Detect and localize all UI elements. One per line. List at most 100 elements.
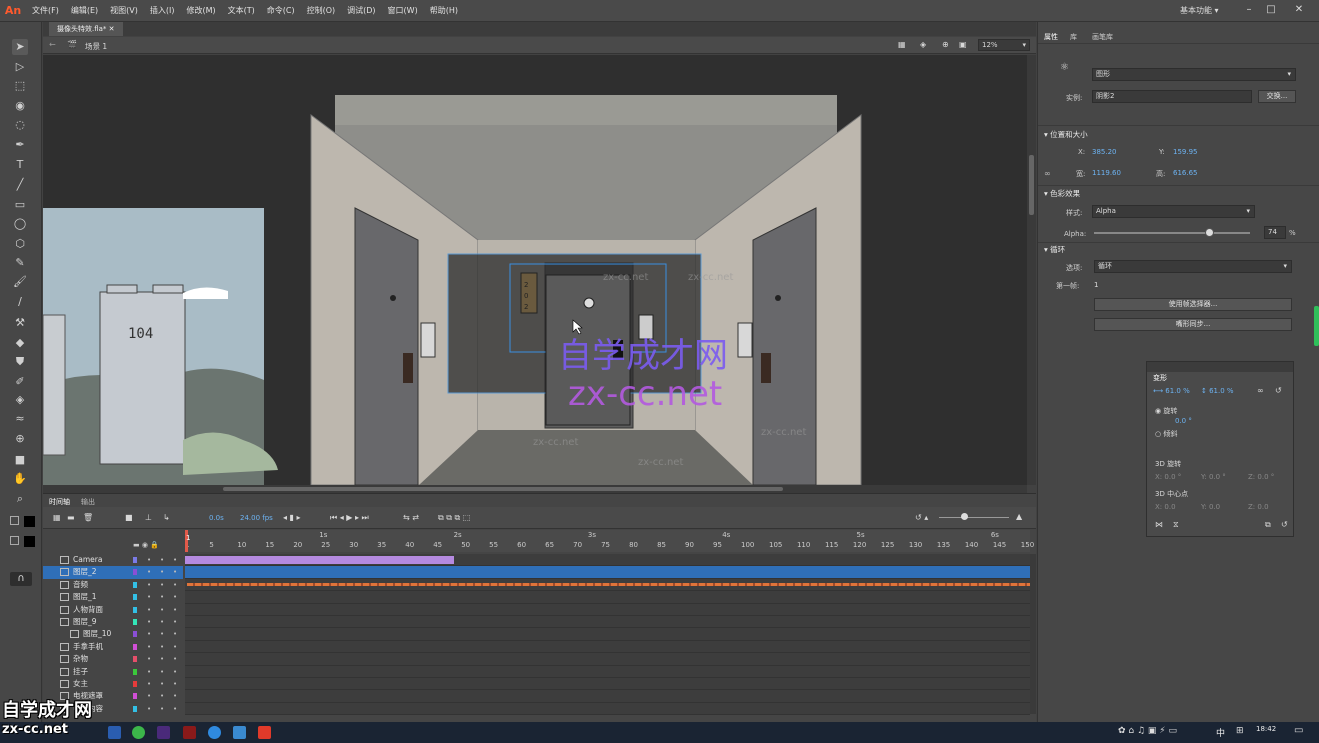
layer-color-swatch[interactable] (133, 693, 137, 700)
photoshop-icon[interactable] (108, 726, 121, 739)
layer-lock-dot[interactable]: • (160, 591, 164, 603)
flip-horizontal-icon[interactable]: ⋈ (1155, 520, 1163, 529)
paint-brush-icon[interactable]: ∕ (12, 294, 28, 310)
menu-item[interactable]: 修改(M) (180, 5, 221, 16)
oval-tool-icon[interactable]: ◯ (12, 216, 28, 232)
rot3d-z[interactable]: Z: 0.0 ° (1248, 473, 1274, 481)
3d-rotation-icon[interactable]: ◉ (12, 98, 28, 114)
delete-layer-icon[interactable]: 🗑 (83, 513, 93, 522)
layer-color-swatch[interactable] (133, 619, 137, 625)
rot3d-x[interactable]: X: 0.0 ° (1155, 473, 1181, 481)
frames-row[interactable] (185, 702, 1030, 716)
rot3d-y[interactable]: Y: 0.0 ° (1201, 473, 1226, 481)
layer-outline-dot[interactable]: • (173, 616, 177, 628)
tray-icons[interactable]: ✿ ⌂ ♫ ▣ ⚡ ▭ (1118, 726, 1177, 736)
tab-close-icon[interactable]: ✕ (109, 25, 115, 33)
frames-row[interactable] (185, 554, 1030, 567)
eyedropper-icon[interactable]: ✐ (12, 374, 28, 390)
tab-library[interactable]: 库 (1070, 32, 1077, 42)
layer-outline-dot[interactable]: • (173, 678, 177, 690)
wps-icon[interactable] (258, 726, 271, 739)
flip-vertical-icon[interactable]: ⧖ (1173, 520, 1179, 530)
layer-row[interactable]: 图层_9 • • • (43, 616, 183, 629)
layer-lock-dot[interactable]: • (160, 566, 164, 578)
frames-row[interactable] (185, 591, 1030, 604)
layer-lock-dot[interactable]: • (160, 690, 164, 702)
menu-item[interactable]: 调试(D) (341, 5, 381, 16)
layer-color-swatch[interactable] (133, 643, 137, 650)
layer-color-swatch[interactable] (133, 656, 137, 663)
frames-row[interactable] (185, 628, 1030, 641)
layer-color-swatch[interactable] (133, 705, 137, 712)
loop-icon[interactable]: ⇆ ⇄ (403, 513, 419, 522)
layer-lock-dot[interactable]: • (160, 628, 164, 640)
prev-keyframe-icon[interactable]: ◂ ▮ ▸ (283, 513, 301, 522)
layer-row[interactable]: 图层_2 • • • (43, 566, 183, 579)
layer-visibility-dot[interactable]: • (147, 703, 151, 715)
center3d-y[interactable]: Y: 0.0 (1201, 503, 1220, 511)
menu-item[interactable]: 控制(O) (301, 5, 342, 16)
width-value[interactable]: 1119.60 (1092, 169, 1121, 177)
lasso-icon[interactable]: ◌ (12, 117, 28, 133)
menu-item[interactable]: 文本(T) (222, 5, 261, 16)
layer-outline-dot[interactable]: • (173, 703, 177, 715)
layer-lock-dot[interactable]: • (160, 653, 164, 665)
layer-visibility-dot[interactable]: • (147, 666, 151, 678)
layer-visibility-dot[interactable]: • (147, 690, 151, 702)
hand-tool-icon[interactable]: ✋ (12, 471, 28, 487)
app-icon[interactable] (233, 726, 246, 739)
stroke-swatch[interactable] (24, 516, 35, 527)
layer-lock-dot[interactable]: • (160, 703, 164, 715)
text-tool-icon[interactable]: T (12, 157, 28, 173)
link-icon[interactable]: ∞ (1044, 169, 1051, 178)
width-tool-icon[interactable]: ≈ (12, 411, 28, 427)
layer-color-swatch[interactable] (133, 606, 137, 613)
playback-controls[interactable]: ⏮ ◂ ▶ ▸ ⏭ (330, 513, 369, 523)
layer-color-swatch[interactable] (133, 668, 137, 675)
layer-outline-dot[interactable]: • (173, 554, 177, 566)
scale-width[interactable]: ⟷ 61.0 % (1153, 387, 1190, 395)
layer-color-swatch[interactable] (133, 569, 137, 576)
menu-item[interactable]: 文件(F) (26, 5, 65, 16)
clock[interactable]: 18:42 (1256, 725, 1276, 733)
fps-readout[interactable]: 24.00 fps (240, 514, 273, 522)
frames-row[interactable] (185, 578, 1030, 592)
edit-symbol-icon[interactable]: ◈ (920, 40, 926, 49)
reset-icon[interactable]: ↺ (1275, 386, 1282, 395)
brush-icon[interactable]: 🖌 (12, 274, 28, 290)
lip-sync-button[interactable]: 嘴形同步... (1094, 318, 1292, 331)
layer-outline-dot[interactable]: • (173, 604, 177, 616)
layer-row[interactable]: 音频 • • • (43, 578, 183, 592)
back-arrow-icon[interactable]: ← (49, 40, 56, 49)
polystar-icon[interactable]: ⬡ (12, 236, 28, 252)
workspace-switcher[interactable]: 基本功能 ▾ (1180, 5, 1219, 16)
layer-outline-dot[interactable]: • (173, 566, 177, 578)
layer-lock-dot[interactable]: • (160, 554, 164, 566)
layer-row[interactable]: 图层_10 • • • (43, 628, 183, 641)
layer-depth-icon[interactable]: ↳ (163, 513, 170, 522)
stage-vertical-scrollbar[interactable] (1027, 55, 1036, 485)
maximize-icon[interactable]: □ (1260, 2, 1282, 18)
line-tool-icon[interactable]: ╱ (12, 177, 28, 193)
subselection-tool-icon[interactable]: ▷ (12, 59, 28, 75)
zoom-slider[interactable] (939, 517, 1009, 518)
y-value[interactable]: 159.95 (1173, 148, 1198, 156)
ime-icon[interactable]: ⊞ (1236, 726, 1244, 736)
layer-visibility-dot[interactable]: • (147, 641, 151, 653)
premiere-icon[interactable] (157, 726, 170, 739)
minimize-icon[interactable]: – (1238, 2, 1260, 18)
layer-outline-dot[interactable]: • (173, 641, 177, 653)
pencil-icon[interactable]: ✎ (12, 255, 28, 271)
camera-toggle-icon[interactable]: ■ (125, 513, 133, 522)
panel-scrollbar[interactable] (1314, 306, 1319, 346)
fill-color-icon[interactable] (10, 536, 19, 545)
new-layer-icon[interactable]: ▦ (53, 513, 61, 522)
layer-color-swatch[interactable] (133, 681, 137, 687)
layer-color-swatch[interactable] (133, 631, 137, 638)
layer-outline-dot[interactable]: • (173, 653, 177, 665)
layer-visibility-dot[interactable]: • (147, 604, 151, 616)
style-dropdown[interactable]: Alpha ▾ (1092, 205, 1255, 218)
timeline-scrollbar[interactable] (1030, 554, 1036, 714)
layer-outline-dot[interactable]: • (173, 591, 177, 603)
first-frame-value[interactable]: 1 (1094, 281, 1098, 289)
